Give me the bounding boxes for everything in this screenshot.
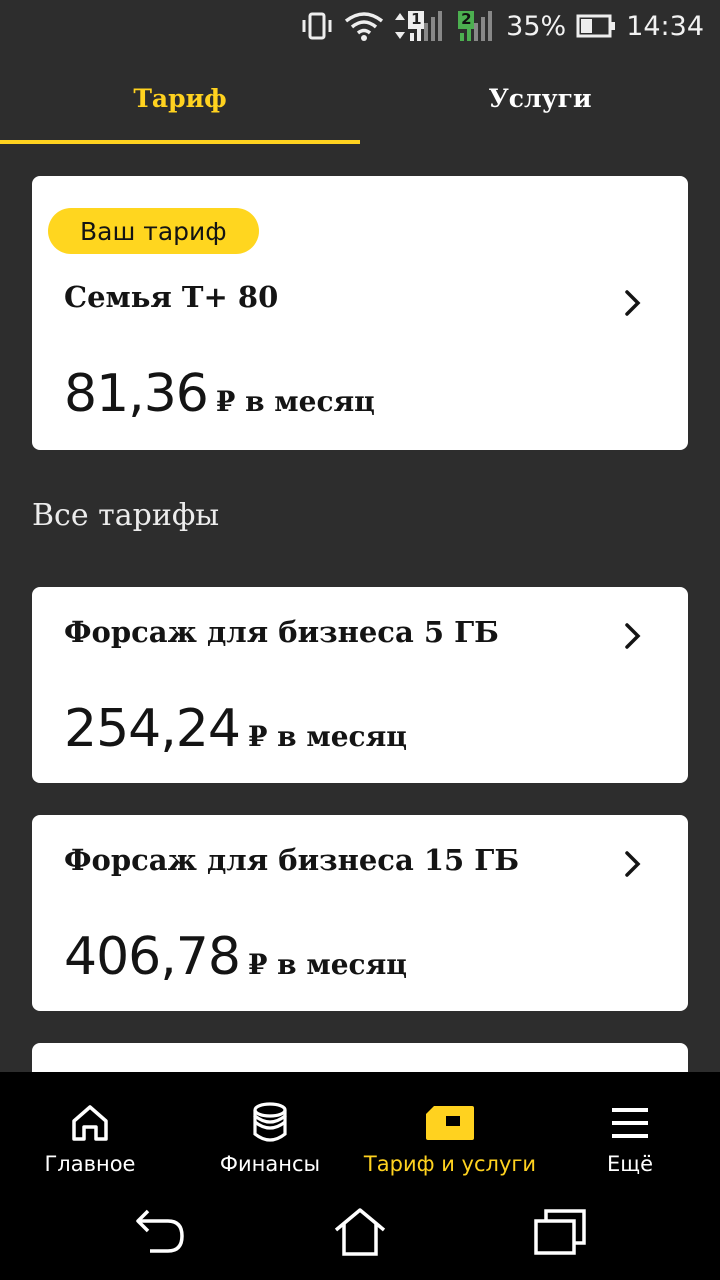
tariff-name: Форсаж для бизнеса 15 ГБ (64, 843, 520, 877)
tab-tariff-label: Тариф (133, 83, 227, 113)
sim2-label: 2 (461, 10, 472, 28)
signal-sim1-icon: 1 (394, 9, 446, 43)
tariff-card[interactable]: Форсаж для бизнеса 5 ГБ 254,24 ₽ в месяц (32, 587, 688, 783)
chevron-right-icon (625, 851, 641, 877)
tab-services[interactable]: Услуги (360, 52, 720, 144)
price-amount: 406,78 (64, 927, 241, 987)
system-navigation-bar (0, 1190, 720, 1280)
clock: 14:34 (626, 10, 704, 42)
nav-home[interactable]: Главное (20, 1072, 160, 1184)
price-amount: 254,24 (64, 699, 241, 759)
nav-more[interactable]: Ещё (570, 1072, 690, 1184)
nav-more-label: Ещё (607, 1152, 653, 1176)
signal-sim2-icon: 2 (456, 9, 496, 43)
price-unit: ₽ в месяц (247, 720, 407, 753)
tab-services-label: Услуги (488, 83, 592, 113)
coins-icon (253, 1102, 287, 1142)
nav-finance[interactable]: Финансы (190, 1072, 350, 1184)
current-tariff-name: Семья Т+ 80 (64, 280, 279, 314)
back-icon (136, 1209, 184, 1253)
home-icon (72, 1105, 108, 1141)
tariff-price: 406,78 ₽ в месяц (64, 927, 407, 987)
current-tariff-price: 81,36 ₽ в месяц (64, 364, 375, 424)
battery-icon (576, 13, 616, 39)
sim1-label: 1 (411, 10, 422, 28)
recent-apps-icon (534, 1209, 586, 1255)
top-tabs: Тариф Услуги (0, 52, 720, 144)
status-bar: 1 2 35% 14:34 (0, 0, 720, 52)
chevron-right-icon (625, 623, 641, 649)
price-unit: ₽ в месяц (247, 948, 407, 981)
chevron-right-icon (625, 290, 641, 316)
tariff-price: 254,24 ₽ в месяц (64, 699, 407, 759)
recent-apps-button[interactable] (520, 1202, 600, 1262)
back-button[interactable] (120, 1202, 200, 1262)
battery-percent: 35% (506, 10, 567, 42)
menu-icon (612, 1108, 648, 1138)
price-unit: ₽ в месяц (215, 385, 375, 418)
price-amount: 81,36 (64, 364, 209, 424)
all-tariffs-title: Все тарифы (32, 498, 220, 533)
your-tariff-badge: Ваш тариф (48, 208, 259, 254)
current-tariff-card[interactable]: Ваш тариф Семья Т+ 80 81,36 ₽ в месяц (32, 176, 688, 450)
sim-card-icon (426, 1106, 474, 1140)
vibrate-icon (300, 11, 334, 41)
nav-tariff-services-label: Тариф и услуги (363, 1152, 537, 1176)
nav-home-label: Главное (44, 1152, 136, 1176)
home-outline-icon (334, 1208, 386, 1256)
tab-tariff[interactable]: Тариф (0, 52, 360, 144)
wifi-icon (344, 11, 384, 41)
nav-tariff-services[interactable]: Тариф и услуги (360, 1072, 540, 1184)
tariff-card[interactable]: Форсаж для бизнеса 15 ГБ 406,78 ₽ в меся… (32, 815, 688, 1011)
tariff-name: Форсаж для бизнеса 5 ГБ (64, 615, 499, 649)
home-button[interactable] (320, 1202, 400, 1262)
nav-finance-label: Финансы (219, 1152, 321, 1176)
